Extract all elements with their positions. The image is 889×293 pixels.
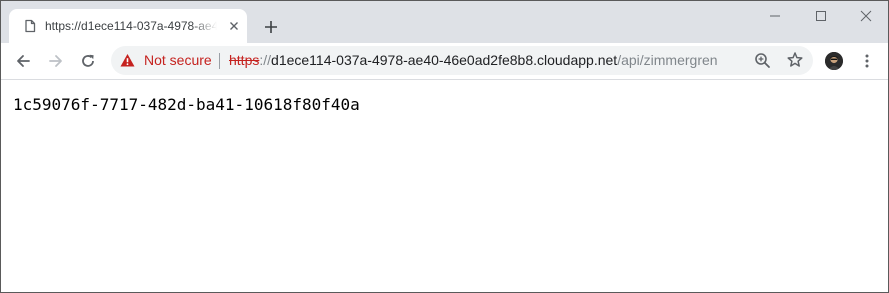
reload-icon (82, 54, 94, 67)
forward-button[interactable] (44, 49, 68, 73)
plus-icon (265, 21, 277, 33)
omnibox-divider (219, 53, 220, 69)
url-path: /api/zimmergren (617, 52, 718, 68)
browser-tab[interactable]: https://d1ece114-037a-4978-ae40-46e0ad2f… (9, 9, 247, 43)
security-status-label[interactable]: Not secure (144, 52, 212, 69)
star-icon[interactable] (786, 51, 804, 69)
back-button[interactable] (11, 49, 35, 73)
browser-window: https://d1ece114-037a-4978-ae40-46e0ad2f… (0, 0, 889, 293)
url-scheme-separator: :// (259, 52, 272, 68)
url-text[interactable]: https://d1ece114-037a-4978-ae40-46e0ad2f… (229, 52, 718, 69)
minimize-button[interactable] (752, 1, 797, 31)
new-tab-button[interactable] (260, 16, 282, 38)
zoom-icon[interactable] (754, 52, 771, 69)
tab-strip: https://d1ece114-037a-4978-ae40-46e0ad2f… (1, 1, 888, 43)
page-content: 1c59076f-7717-482d-ba41-10618f80f40a (1, 80, 888, 292)
close-icon (230, 22, 238, 30)
url-host: d1ece114-037a-4978-ae40-46e0ad2fe8b8.clo… (271, 52, 618, 68)
window-close-button[interactable] (843, 1, 888, 31)
kebab-menu-icon[interactable] (857, 51, 877, 71)
arrow-left-icon (17, 55, 30, 67)
avatar[interactable] (825, 52, 843, 70)
reload-button[interactable] (76, 49, 100, 73)
warning-triangle-icon[interactable] (120, 53, 135, 68)
maximize-button[interactable] (798, 1, 843, 31)
tab-title: https://d1ece114-037a-4978-ae40-46e0ad2f… (45, 19, 217, 33)
document-icon (23, 19, 37, 33)
address-bar[interactable]: Not secure https://d1ece114-037a-4978-ae… (111, 46, 813, 75)
minimize-icon (769, 15, 780, 17)
maximize-icon (815, 11, 826, 21)
close-icon (860, 10, 871, 22)
response-body-text: 1c59076f-7717-482d-ba41-10618f80f40a (13, 95, 360, 114)
arrow-right-icon (49, 55, 62, 67)
url-scheme: https (229, 52, 260, 68)
tab-close-button[interactable] (226, 18, 242, 34)
browser-toolbar: Not secure https://d1ece114-037a-4978-ae… (1, 43, 888, 80)
